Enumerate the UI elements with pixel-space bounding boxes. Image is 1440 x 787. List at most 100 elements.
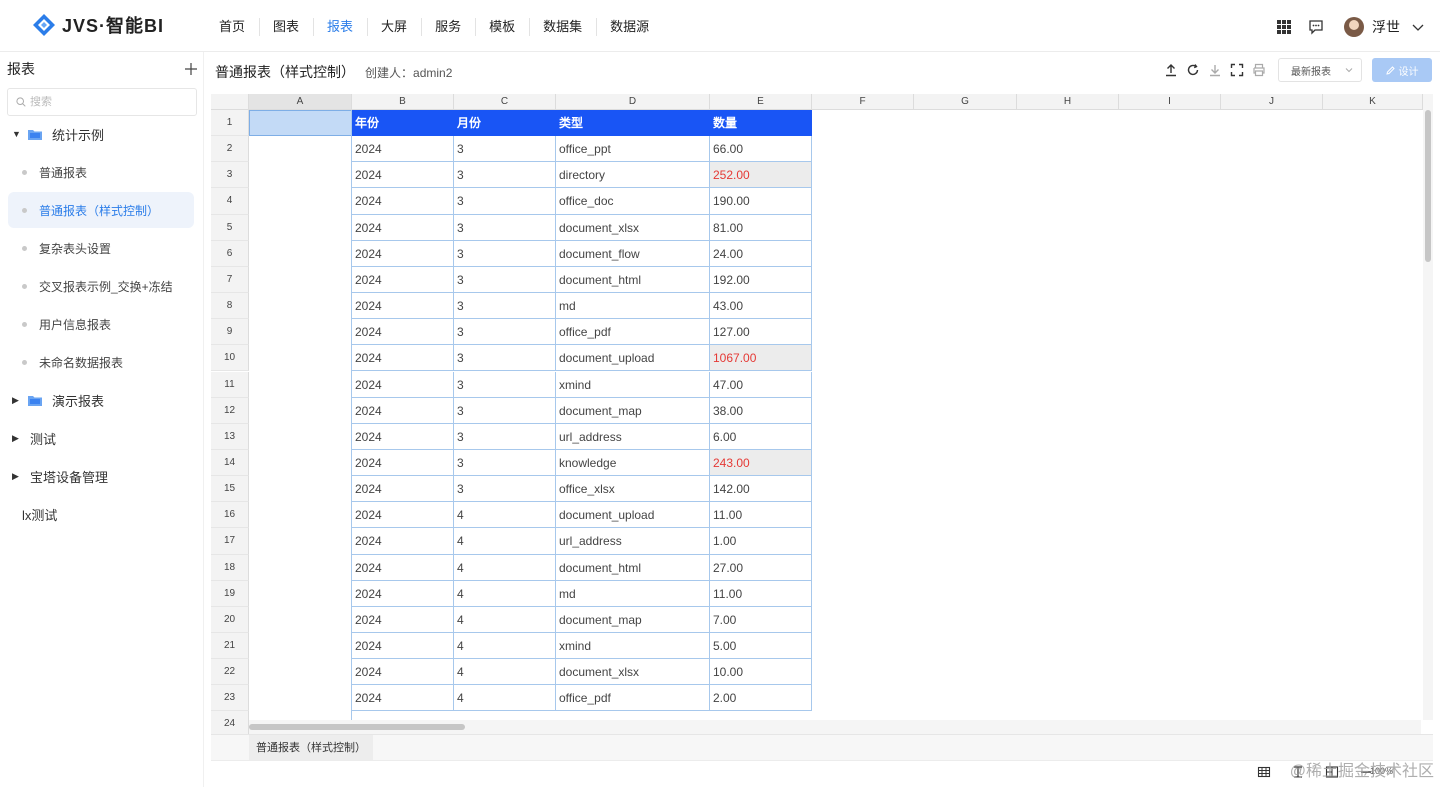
table-cell[interactable]: 192.00 <box>710 266 812 294</box>
row-header[interactable]: 23 <box>211 685 249 712</box>
table-cell[interactable]: 66.00 <box>710 136 812 163</box>
tree-leaf-item[interactable]: 普通报表 <box>8 154 194 190</box>
row-header[interactable]: 24 <box>211 711 249 734</box>
table-cell[interactable]: 47.00 <box>710 371 812 398</box>
row-header[interactable]: 15 <box>211 476 249 503</box>
table-cell[interactable]: office_xlsx <box>556 476 710 503</box>
table-cell[interactable]: 3 <box>454 449 556 477</box>
row-header[interactable]: 22 <box>211 659 249 686</box>
table-cell[interactable]: document_flow <box>556 240 710 267</box>
column-header[interactable]: D <box>556 94 710 110</box>
table-cell[interactable]: document_map <box>556 606 710 633</box>
row-header[interactable]: 1 <box>211 110 249 137</box>
print-icon[interactable] <box>1252 63 1266 77</box>
table-cell[interactable]: 3 <box>454 214 556 241</box>
vertical-scrollbar[interactable] <box>1423 94 1433 720</box>
table-header-cell[interactable]: 年份 <box>352 110 454 137</box>
row-header[interactable]: 9 <box>211 319 249 346</box>
table-cell[interactable]: 24.00 <box>710 240 812 267</box>
table-cell[interactable]: 4 <box>454 606 556 633</box>
row-header[interactable]: 18 <box>211 554 249 581</box>
column-header[interactable]: B <box>352 94 454 110</box>
table-cell[interactable]: 2024 <box>352 423 454 450</box>
table-cell[interactable]: office_pdf <box>556 685 710 712</box>
apps-grid-icon[interactable] <box>1276 19 1292 35</box>
table-cell[interactable]: 10.00 <box>710 659 812 686</box>
table-cell[interactable]: 43.00 <box>710 293 812 320</box>
table-cell[interactable]: 3 <box>454 476 556 503</box>
selected-cell-a1[interactable] <box>249 110 352 136</box>
table-cell[interactable]: 2024 <box>352 319 454 346</box>
sheet-tab[interactable]: 普通报表（样式控制） <box>249 735 373 760</box>
table-cell[interactable]: 2024 <box>352 371 454 398</box>
row-header[interactable]: 7 <box>211 266 249 294</box>
table-cell[interactable]: 252.00 <box>710 162 812 189</box>
table-cell[interactable]: 11.00 <box>710 502 812 529</box>
row-header[interactable]: 3 <box>211 162 249 189</box>
table-cell[interactable]: 5.00 <box>710 633 812 660</box>
table-cell[interactable]: 2024 <box>352 476 454 503</box>
table-cell[interactable]: document_upload <box>556 502 710 529</box>
table-cell[interactable]: url_address <box>556 528 710 555</box>
table-cell[interactable]: document_map <box>556 397 710 424</box>
table-cell[interactable]: 4 <box>454 528 556 555</box>
row-header[interactable]: 11 <box>211 371 249 398</box>
table-cell[interactable]: 2024 <box>352 685 454 712</box>
table-cell[interactable]: 243.00 <box>710 449 812 477</box>
table-cell[interactable]: 2024 <box>352 528 454 555</box>
table-cell[interactable]: document_xlsx <box>556 214 710 241</box>
table-cell[interactable]: 2024 <box>352 633 454 660</box>
version-select[interactable]: 最新报表 <box>1278 58 1362 82</box>
table-cell[interactable]: 2024 <box>352 214 454 241</box>
column-header[interactable]: A <box>249 94 352 110</box>
nav-item[interactable]: 数据源 <box>596 14 663 40</box>
vertical-scroll-thumb[interactable] <box>1425 110 1431 262</box>
table-cell[interactable]: 4 <box>454 502 556 529</box>
table-header-cell[interactable]: 月份 <box>454 110 556 137</box>
row-header[interactable]: 21 <box>211 633 249 660</box>
column-header[interactable]: I <box>1119 94 1221 110</box>
row-header[interactable]: 13 <box>211 423 249 450</box>
table-header-cell[interactable]: 类型 <box>556 110 710 137</box>
column-header[interactable]: E <box>710 94 812 110</box>
spreadsheet[interactable]: A B C D E F G H I J K 1 2 3 4 5 6 7 8 9 10 11 12 13 14 15 16 17 18 19… <box>211 94 1433 734</box>
row-header[interactable]: 5 <box>211 214 249 241</box>
row-header[interactable]: 12 <box>211 397 249 424</box>
table-cell[interactable]: xmind <box>556 633 710 660</box>
column-header[interactable]: F <box>812 94 914 110</box>
table-cell[interactable]: 2024 <box>352 162 454 189</box>
table-cell[interactable]: 81.00 <box>710 214 812 241</box>
table-cell[interactable]: 3 <box>454 345 556 372</box>
table-cell[interactable]: 2024 <box>352 136 454 163</box>
column-header[interactable]: C <box>454 94 556 110</box>
table-cell[interactable]: 2024 <box>352 266 454 294</box>
table-cell[interactable]: document_html <box>556 554 710 581</box>
table-cell[interactable]: md <box>556 293 710 320</box>
table-cell[interactable]: office_pdf <box>556 319 710 346</box>
table-cell[interactable]: 2024 <box>352 554 454 581</box>
table-cell[interactable]: 1067.00 <box>710 345 812 372</box>
tree-item[interactable]: lx测试 <box>8 496 194 532</box>
table-cell[interactable]: document_upload <box>556 345 710 372</box>
table-cell[interactable]: 3 <box>454 293 556 320</box>
table-cell[interactable]: 7.00 <box>710 606 812 633</box>
row-header[interactable]: 8 <box>211 293 249 320</box>
app-logo[interactable]: JVS·智能BI <box>32 12 164 38</box>
tree-leaf-item[interactable]: 普通报表（样式控制） <box>8 192 194 228</box>
table-cell[interactable]: url_address <box>556 423 710 450</box>
row-header[interactable]: 6 <box>211 240 249 267</box>
horizontal-scrollbar[interactable] <box>249 720 1421 734</box>
tree-leaf-item[interactable]: 用户信息报表 <box>8 306 194 342</box>
table-cell[interactable]: 27.00 <box>710 554 812 581</box>
row-header[interactable]: 2 <box>211 136 249 163</box>
chevron-down-icon[interactable] <box>1412 21 1424 33</box>
table-cell[interactable]: 2024 <box>352 397 454 424</box>
sheet-corner[interactable] <box>211 94 249 110</box>
table-cell[interactable]: md <box>556 580 710 607</box>
table-cell[interactable]: 4 <box>454 685 556 712</box>
column-header[interactable]: J <box>1221 94 1323 110</box>
tree-group[interactable]: ▶ 测试 <box>8 420 194 456</box>
table-cell[interactable]: 2024 <box>352 606 454 633</box>
tree-leaf-item[interactable]: 交叉报表示例_交换+冻结 <box>8 268 194 304</box>
nav-item[interactable]: 服务 <box>421 14 475 40</box>
